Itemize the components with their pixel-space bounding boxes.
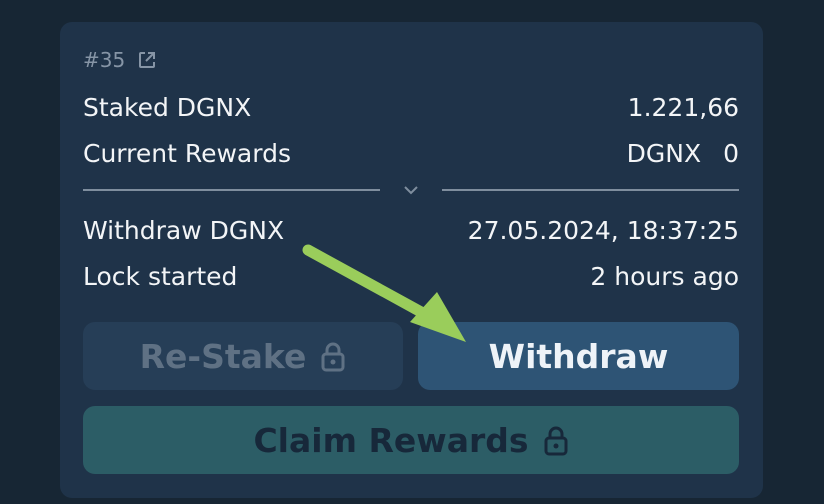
- rewards-row: Current Rewards DGNX 0: [83, 137, 739, 169]
- rewards-value-group: DGNX 0: [627, 139, 739, 168]
- withdraw-row: Withdraw DGNX 27.05.2024, 18:37:25: [83, 214, 739, 246]
- claim-rewards-button[interactable]: Claim Rewards: [83, 406, 739, 474]
- details-divider: [83, 178, 739, 202]
- restake-button[interactable]: Re-Stake: [83, 322, 403, 390]
- lock-value: 2 hours ago: [590, 261, 739, 291]
- rewards-token: DGNX: [626, 138, 702, 168]
- lock-icon: [543, 425, 569, 456]
- withdraw-button[interactable]: Withdraw: [418, 322, 739, 390]
- card-header: #35: [83, 48, 157, 72]
- staked-row: Staked DGNX 1.221,66: [83, 91, 739, 123]
- withdraw-value: 27.05.2024, 18:37:25: [467, 215, 739, 245]
- chevron-down-icon[interactable]: [380, 185, 442, 195]
- claim-rewards-label: Claim Rewards: [253, 420, 529, 460]
- divider-line-right: [442, 189, 739, 191]
- lock-label: Lock started: [83, 261, 238, 291]
- restake-label: Re-Stake: [139, 336, 307, 376]
- lock-icon: [320, 341, 346, 372]
- rewards-value: 0: [723, 138, 739, 168]
- withdraw-button-label: Withdraw: [488, 336, 669, 376]
- withdraw-label: Withdraw DGNX: [83, 215, 285, 245]
- staked-label: Staked DGNX: [83, 92, 252, 122]
- divider-line-left: [83, 189, 380, 191]
- stake-card: #35 Staked DGNX 1.221,66 Current Rewards…: [60, 22, 763, 498]
- staked-value: 1.221,66: [627, 92, 739, 122]
- external-link-icon[interactable]: [137, 50, 157, 70]
- rewards-label: Current Rewards: [83, 138, 291, 168]
- lock-row: Lock started 2 hours ago: [83, 260, 739, 292]
- stake-id: #35: [83, 48, 126, 72]
